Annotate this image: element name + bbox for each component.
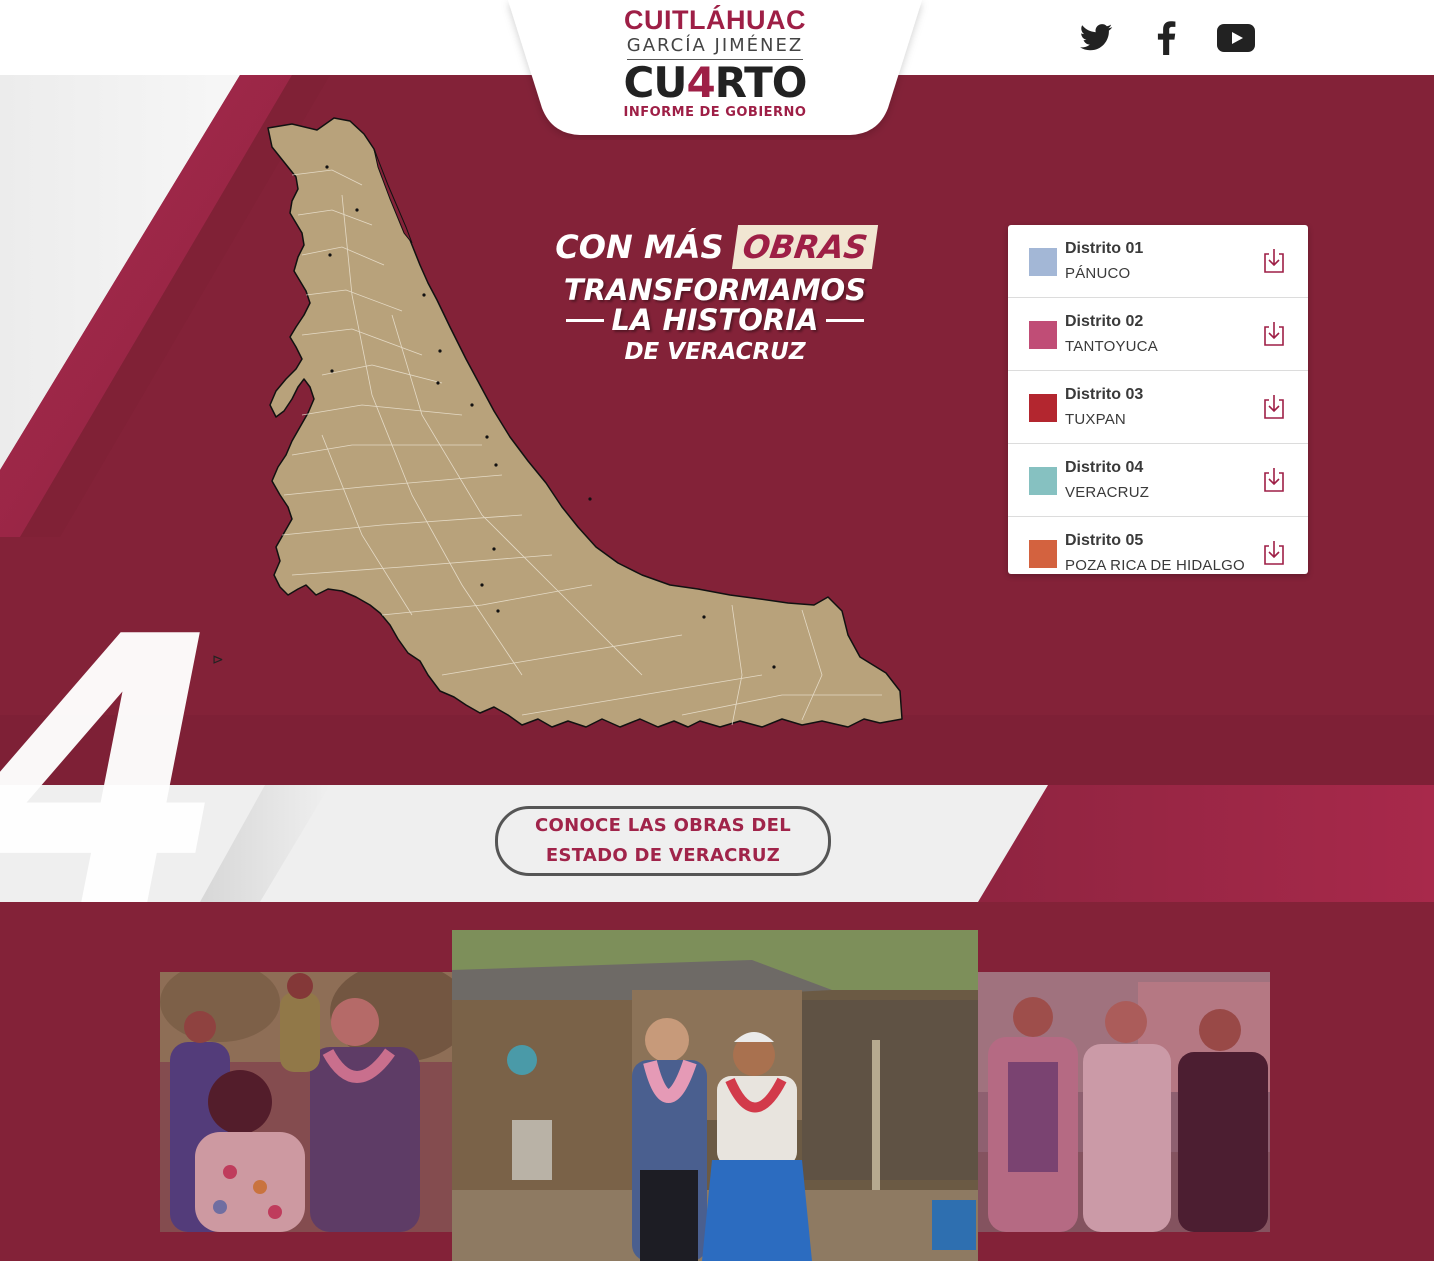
district-list[interactable]: Distrito 01 PÁNUCO Distrito 02 TANTOYUCA… [1008,225,1308,574]
facebook-icon [1157,21,1176,55]
logo-surname: GARCÍA JIMÉNEZ [626,35,804,60]
district-item-04[interactable]: Distrito 04 VERACRUZ [1008,444,1308,517]
download-icon[interactable] [1262,467,1286,493]
gallery-photo-center[interactable] [452,930,978,1261]
district-name: Distrito 05 [1065,532,1144,549]
district-color-swatch [1029,394,1057,422]
logo-name: CUITLÁHUAC [624,5,806,35]
download-icon[interactable] [1262,248,1286,274]
download-icon[interactable] [1262,321,1286,347]
headline-dash-right [826,318,865,322]
headline-part1: CON MÁS [555,228,724,266]
gallery-photo-left[interactable] [160,972,452,1232]
site-logo[interactable]: CUITLÁHUAC GARCÍA JIMÉNEZ CU4RTO INFORME… [560,0,870,130]
district-item-02[interactable]: Distrito 02 TANTOYUCA [1008,298,1308,371]
cta-button[interactable]: CONOCE LAS OBRAS DEL ESTADO DE VERACRUZ [495,806,831,876]
twitter-link[interactable] [1076,18,1116,58]
district-name: Distrito 02 [1065,313,1144,330]
photo-tint [160,972,452,1232]
twitter-icon [1080,24,1113,51]
social-links [1076,18,1256,58]
logo-four: 4 [686,58,715,107]
download-icon[interactable] [1262,394,1286,420]
logo-subtitle: INFORME DE GOBIERNO [623,105,807,120]
youtube-link[interactable] [1216,18,1256,58]
district-city: TUXPAN [1065,411,1126,428]
logo-cu: CU [623,58,688,107]
photo-tint [978,972,1270,1232]
district-item-03[interactable]: Distrito 03 TUXPAN [1008,371,1308,444]
district-name: Distrito 01 [1065,240,1144,257]
district-color-swatch [1029,467,1057,495]
veracruz-map[interactable] [262,115,912,735]
district-item-05[interactable]: Distrito 05 POZA RICA DE HIDALGO [1008,517,1308,574]
district-city: PÁNUCO [1065,265,1131,282]
hero-headline: CON MÁS OBRAS TRANSFORMAMOS LA HISTORIA … [540,225,890,369]
photo-center-image [452,930,978,1261]
district-city: VERACRUZ [1065,484,1150,501]
headline-row2: TRANSFORMAMOS [563,273,867,307]
district-city: POZA RICA DE HIDALGO [1065,557,1245,574]
cta-label: CONOCE LAS OBRAS DEL ESTADO DE VERACRUZ [534,815,792,866]
logo-rto: RTO [714,58,808,107]
headline-row3-text: LA HISTORIA [611,303,819,337]
headline-highlight: OBRAS [731,225,878,269]
cursor-icon: ⊳ [212,651,224,667]
district-item-01[interactable]: Distrito 01 PÁNUCO [1008,225,1308,298]
district-color-swatch [1029,321,1057,349]
gallery-photo-right[interactable] [978,972,1270,1232]
district-city: TANTOYUCA [1065,338,1158,355]
logo-report-number: CU4RTO [560,60,870,106]
youtube-icon [1217,24,1255,52]
district-name: Distrito 04 [1065,459,1144,476]
headline-row3: LA HISTORIA [540,305,890,335]
district-name: Distrito 03 [1065,386,1144,403]
headline-row4: DE VERACRUZ [624,339,806,365]
headline-dash-left [565,318,604,322]
district-color-swatch [1029,248,1057,276]
district-color-swatch [1029,540,1057,568]
photo-gallery [0,902,1434,1261]
headline-row1: CON MÁS OBRAS [540,225,890,269]
download-icon[interactable] [1262,540,1286,566]
facebook-link[interactable] [1146,18,1186,58]
hero-section: CON MÁS OBRAS TRANSFORMAMOS LA HISTORIA … [0,75,1434,785]
